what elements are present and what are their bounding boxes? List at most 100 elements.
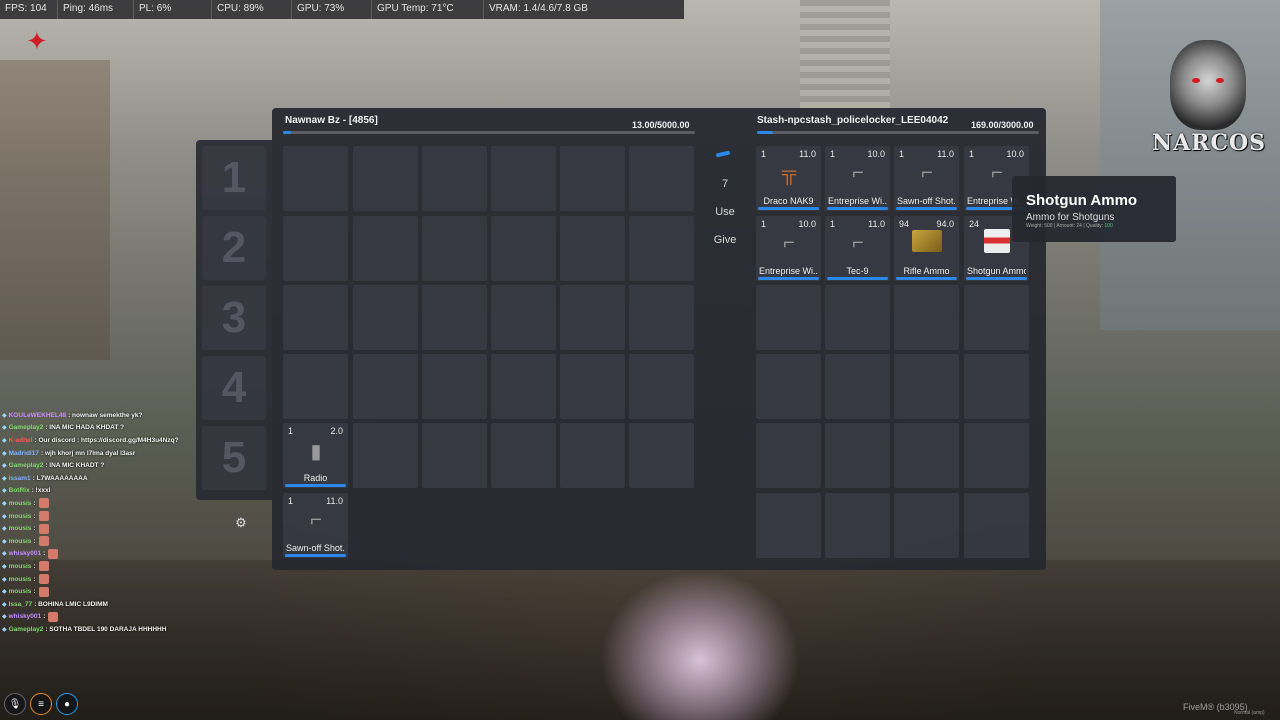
- player-weight-bar: [283, 131, 695, 134]
- rifle-icon: ╦: [781, 162, 797, 184]
- item-tooltip: Shotgun Ammo Ammo for Shotguns Weight: 5…: [1012, 176, 1176, 242]
- hotbar-slot[interactable]: 3: [202, 286, 266, 350]
- inventory-slot-empty[interactable]: [629, 285, 694, 350]
- hotbar-slot[interactable]: 2: [202, 216, 266, 280]
- inventory-slot-empty[interactable]: [894, 493, 959, 558]
- chat-username: Gameplay2: [8, 462, 44, 470]
- inventory-slot-empty[interactable]: [825, 285, 890, 350]
- inventory-slot-empty[interactable]: [560, 216, 625, 281]
- inventory-slot-empty[interactable]: [283, 354, 348, 419]
- inventory-slot-empty[interactable]: [756, 354, 821, 419]
- inventory-slot-empty[interactable]: [964, 493, 1029, 558]
- chat-badge-icon: ◆: [2, 614, 7, 621]
- inventory-slot-empty[interactable]: [422, 146, 487, 211]
- emote-icon: [48, 611, 59, 622]
- inventory-slot-empty[interactable]: [756, 285, 821, 350]
- inventory-slot-empty[interactable]: [964, 423, 1029, 488]
- item-weight: 11.0: [799, 149, 816, 159]
- inventory-slot-item[interactable]: 1 11.0 ⌐ Tec-9: [825, 216, 890, 281]
- durability-bar: [966, 277, 1027, 280]
- inventory-slot-empty[interactable]: [894, 354, 959, 419]
- inventory-slot-item[interactable]: 1 11.0 ⌐ Sawn-off Shot...: [283, 493, 348, 558]
- inventory-slot-empty[interactable]: [964, 354, 1029, 419]
- inventory-slot-empty[interactable]: [422, 216, 487, 281]
- inventory-slot-empty[interactable]: [422, 354, 487, 419]
- chat-badge-icon: ◆: [2, 475, 7, 482]
- inventory-slot-empty[interactable]: [825, 354, 890, 419]
- inventory-slot-empty[interactable]: [560, 354, 625, 419]
- chat-message: ◆ Gameplay2: INA MIC HADA KHDAT ?: [2, 422, 242, 435]
- drag-handle-icon[interactable]: [715, 150, 731, 158]
- inventory-slot-empty[interactable]: [283, 216, 348, 281]
- chat-message: ◆ mousis:: [2, 497, 242, 510]
- inventory-slot-item[interactable]: 94 94.0 Rifle Ammo: [894, 216, 959, 281]
- chat-text: : nownaw semekthe yk?: [68, 411, 143, 419]
- inventory-slot-empty[interactable]: [560, 423, 625, 488]
- inventory-slot-empty[interactable]: [491, 285, 556, 350]
- give-button[interactable]: Give: [702, 234, 748, 246]
- chat-username: Madridi17: [8, 449, 39, 457]
- hotbar-slot[interactable]: 1: [202, 146, 266, 210]
- emote-icon: [48, 548, 59, 559]
- inventory-slot-empty[interactable]: [422, 423, 487, 488]
- inventory-slot-empty[interactable]: [422, 285, 487, 350]
- stash-weight: 169.00/3000.00: [971, 120, 1034, 130]
- chat-badge-icon: ◆: [2, 488, 7, 495]
- chat-text: : L7WAAAAAAAA: [32, 474, 88, 482]
- inventory-slot-empty[interactable]: [629, 216, 694, 281]
- inventory-slot-empty[interactable]: [894, 285, 959, 350]
- inventory-slot-empty[interactable]: [491, 216, 556, 281]
- inventory-slot-item[interactable]: 1 10.0 ⌐ Entreprise Wi...: [756, 216, 821, 281]
- server-logo-icon: ✦: [26, 26, 48, 56]
- item-name: Entreprise Wi...: [759, 266, 818, 276]
- background-building: [0, 60, 110, 360]
- inventory-slot-empty[interactable]: [964, 285, 1029, 350]
- chat-text: :: [43, 613, 46, 621]
- item-weight: 2.0: [330, 426, 343, 436]
- inventory-slot-empty[interactable]: [825, 493, 890, 558]
- chat-username: Gameplay2: [8, 625, 44, 633]
- inventory-slot-item[interactable]: 1 11.0 ╦ Draco NAK9: [756, 146, 821, 211]
- inventory-slot-empty[interactable]: [353, 354, 418, 419]
- inventory-slot-empty[interactable]: [560, 146, 625, 211]
- chat-username: mousis: [8, 562, 32, 570]
- inventory-slot-item[interactable]: 1 2.0 ▮ Radio: [283, 423, 348, 488]
- chat-message: ◆ mousis:: [2, 522, 242, 535]
- inventory-slot-empty[interactable]: [353, 423, 418, 488]
- inventory-slot-empty[interactable]: [629, 146, 694, 211]
- chat-text: : SOTHA TBDEL 190 DARAJA HHHHHH: [45, 625, 167, 633]
- inventory-slot-empty[interactable]: [491, 354, 556, 419]
- chat-message: ◆ K-adhel: Our discord : https://discord.…: [2, 434, 242, 447]
- inventory-slot-empty[interactable]: [825, 423, 890, 488]
- use-button[interactable]: Use: [702, 206, 748, 218]
- chat-badge-icon: ◆: [2, 538, 7, 545]
- inventory-slot-empty[interactable]: [491, 146, 556, 211]
- inventory-slot-item[interactable]: 1 11.0 ⌐ Sawn-off Shot...: [894, 146, 959, 211]
- inventory-slot-empty[interactable]: [629, 423, 694, 488]
- chat-username: mousis: [8, 525, 32, 533]
- amount-input[interactable]: 7: [702, 178, 748, 190]
- chat-text: :: [33, 537, 36, 545]
- inventory-slot-empty[interactable]: [756, 423, 821, 488]
- chat-feed: ◆ KOULeWEKHEL48: nownaw semekthe yk? ◆ Game…: [2, 409, 242, 636]
- inventory-slot-empty[interactable]: [894, 423, 959, 488]
- inventory-panel: Nawnaw Bz - [4856] 13.00/5000.00 Stash-n…: [272, 108, 1046, 570]
- inventory-slot-empty[interactable]: [560, 285, 625, 350]
- inventory-slot-empty[interactable]: [756, 493, 821, 558]
- stat-vram: VRAM: 1.4/4.6/7.8 GB: [489, 3, 588, 14]
- inventory-slot-empty[interactable]: [629, 354, 694, 419]
- inventory-slot-item[interactable]: 1 10.0 ⌐ Entreprise Wi...: [825, 146, 890, 211]
- inventory-slot-empty[interactable]: [353, 285, 418, 350]
- inventory-slot-empty[interactable]: [353, 216, 418, 281]
- inventory-slot-empty[interactable]: [283, 146, 348, 211]
- inventory-slot-empty[interactable]: [491, 423, 556, 488]
- item-weight: 94.0: [936, 219, 954, 229]
- durability-bar: [896, 207, 957, 210]
- chat-text: : wjh khorj mn l7lma dyal l3asr: [40, 449, 136, 457]
- inventory-slot-empty[interactable]: [283, 285, 348, 350]
- emote-icon: [38, 586, 49, 597]
- inventory-slot-empty[interactable]: [353, 146, 418, 211]
- chat-message: ◆ mousis:: [2, 585, 242, 598]
- stat-cpu: CPU: 89%: [212, 0, 292, 19]
- emote-icon: [38, 536, 49, 547]
